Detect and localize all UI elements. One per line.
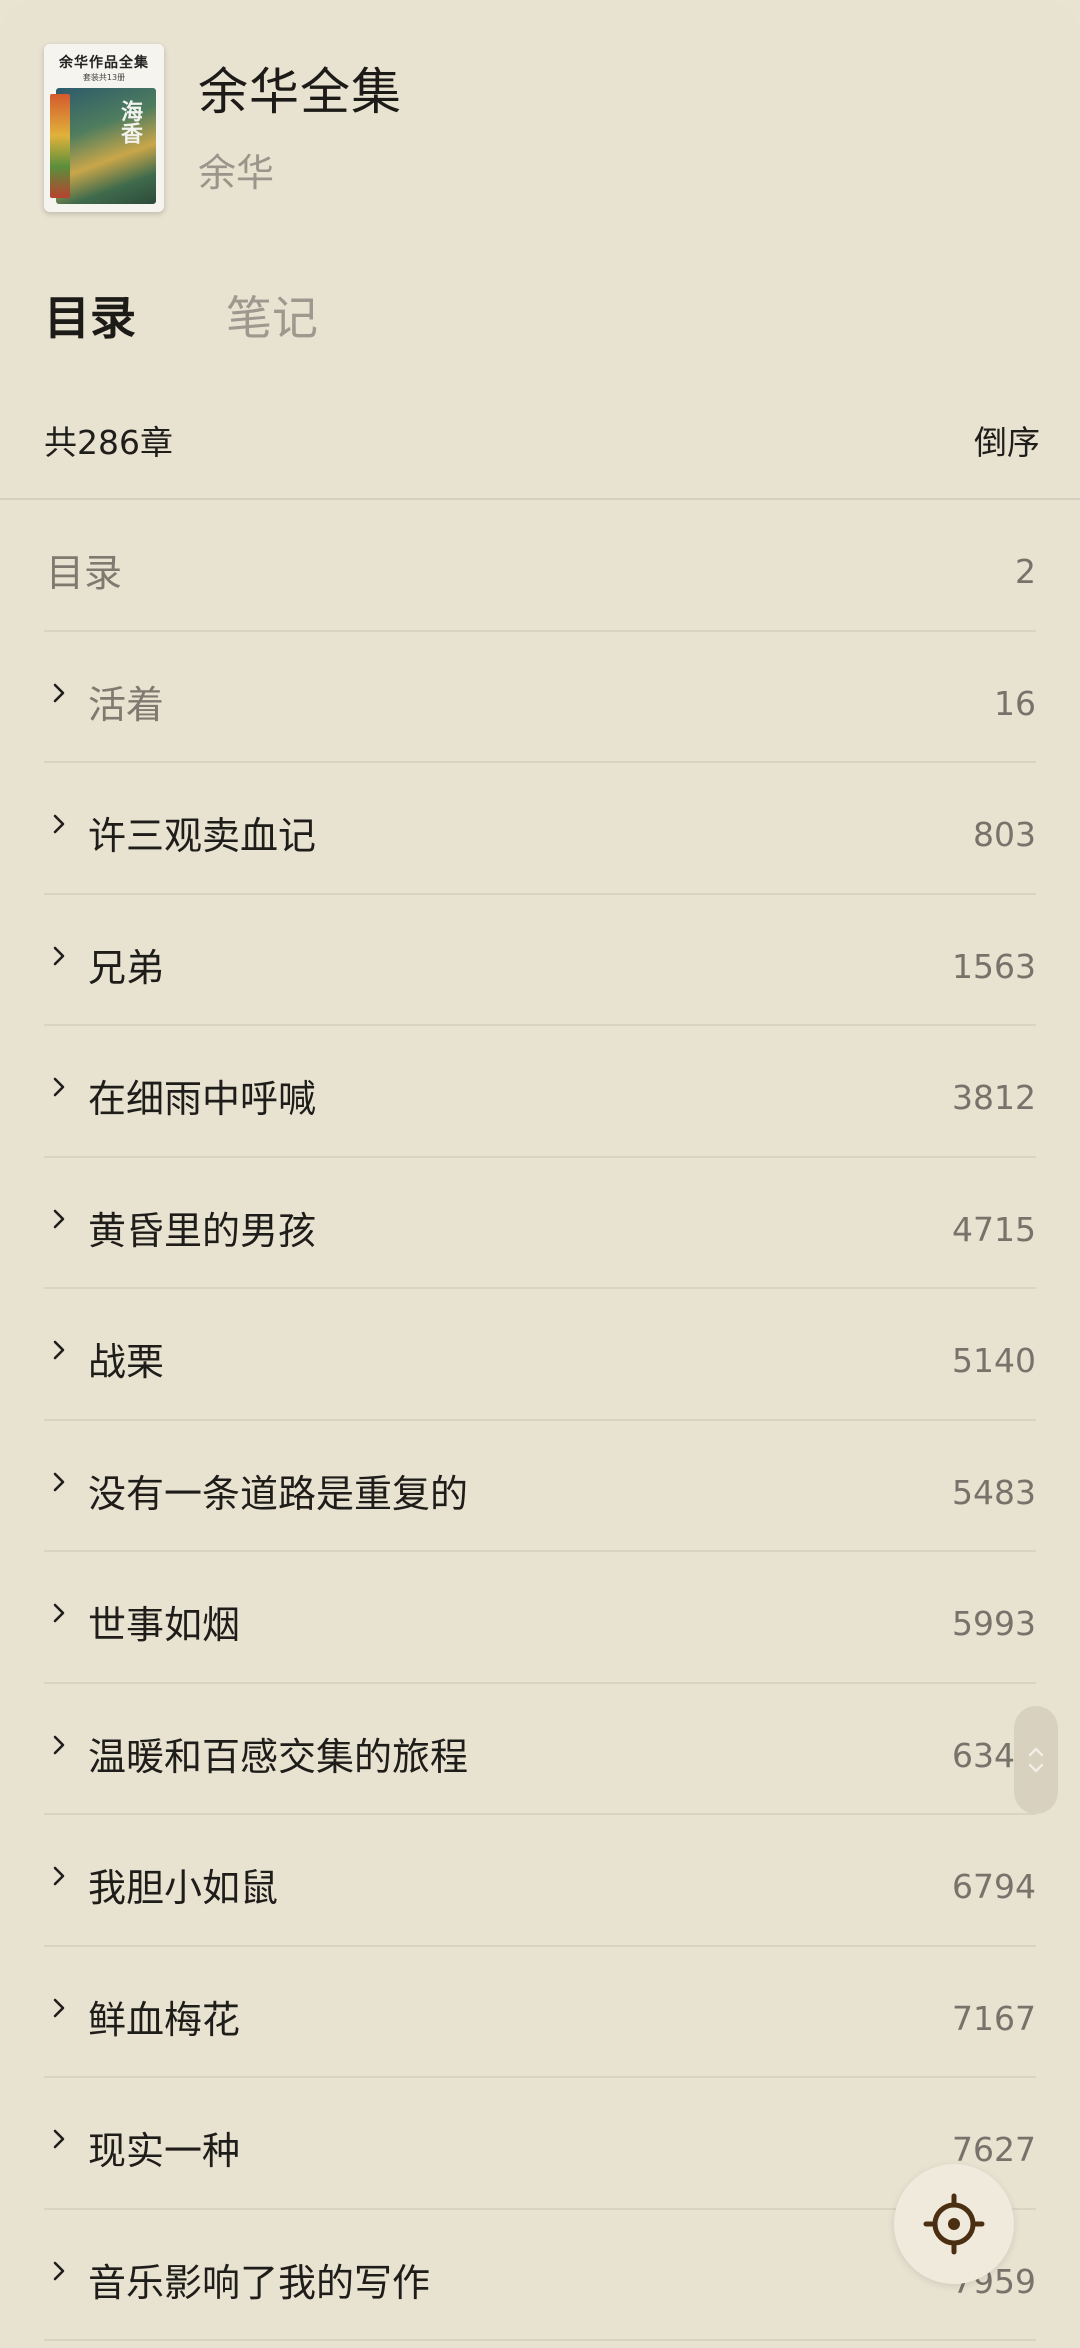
cover-subtitle: 套装共13册 [82,73,126,82]
toc-row-page: 7627 [952,2130,1036,2169]
toc-row-page: 4715 [952,1209,1036,1249]
toc-row-label: 黄昏里的男孩 [88,1208,317,1253]
book-header: 余华作品全集 套装共13册 海香 余华全集 余华 [0,0,1080,240]
locate-icon [923,2193,985,2255]
cover-glyph: 海香 [117,100,143,144]
toc-row-label: 活着 [88,682,165,727]
toc-row-page: 3812 [952,1078,1036,1117]
locate-current-chapter-button[interactable] [894,2164,1014,2284]
toc-row[interactable]: 兄弟 1563 [0,895,1080,1027]
toc-row-label: 兄弟 [88,945,165,990]
chevron-right-icon[interactable] [48,1602,70,1624]
toc-row[interactable]: 我胆小如鼠 6794 [0,1815,1080,1947]
chevron-right-icon[interactable] [48,1471,70,1493]
scroll-handle-icon [1028,1747,1044,1773]
toc-row-page: 2 [1015,552,1036,591]
toc-row-page: 1563 [952,946,1036,986]
toc-row[interactable]: 战栗 5140 [0,1289,1080,1421]
chevron-right-icon[interactable] [48,813,70,835]
toc-list: 目录 2 活着 16 许三观卖血记 803 兄弟 1563 在细雨中呼喊 381… [0,500,1080,2341]
toc-row-label: 在细雨中呼喊 [88,1077,317,1121]
chapter-count: 共286章 [44,423,173,462]
toc-row-page: 5483 [952,1472,1036,1512]
chevron-right-icon[interactable] [48,2128,70,2150]
toc-row-page: 16 [994,683,1036,723]
chevron-right-icon[interactable] [48,1997,70,2019]
book-title: 余华全集 [198,63,402,121]
chevron-right-icon[interactable] [48,2260,70,2282]
toc-row[interactable]: 黄昏里的男孩 4715 [0,1158,1080,1290]
chevron-right-icon[interactable] [48,682,70,704]
toc-row-label: 音乐影响了我的写作 [88,2260,431,2305]
cover-art: 海香 [50,88,156,204]
toc-row[interactable]: 在细雨中呼喊 3812 [0,1026,1080,1158]
toc-row-label: 战栗 [88,1340,165,1384]
toc-row[interactable]: 世事如烟 5993 [0,1552,1080,1684]
book-cover[interactable]: 余华作品全集 套装共13册 海香 [44,44,164,212]
chevron-right-icon[interactable] [48,945,70,967]
chevron-right-icon[interactable] [48,1076,70,1098]
scroll-handle[interactable] [1014,1706,1058,1814]
chevron-right-icon[interactable] [48,1865,70,1887]
toc-sheet: 余华作品全集 套装共13册 海香 余华全集 余华 目录 笔记 共286章 倒序 … [0,0,1080,2348]
book-author[interactable]: 余华 [198,142,274,197]
toc-row-label: 现实一种 [88,2129,241,2173]
toc-row-label: 世事如烟 [88,1603,241,1647]
tab-notes[interactable]: 笔记 [226,282,318,348]
toc-row-label: 温暖和百感交集的旅程 [88,1734,469,1779]
toc-row[interactable]: 鲜血梅花 7167 [0,1947,1080,2079]
toc-row-label: 我胆小如鼠 [88,1866,279,1910]
toc-row-label: 目录 [46,551,123,595]
toc-row-label: 没有一条道路是重复的 [88,1471,469,1516]
toc-row-page: 803 [973,815,1036,854]
toc-row[interactable]: 许三观卖血记 803 [0,763,1080,895]
toc-header-row: 共286章 倒序 [0,400,1080,496]
cover-title: 余华作品全集 [59,55,149,71]
toc-row[interactable]: 目录 2 [0,500,1080,632]
chevron-right-icon[interactable] [48,1208,70,1230]
toc-row-page: 5993 [952,1604,1036,1643]
toc-row-page: 5140 [952,1341,1036,1380]
toc-row-label: 鲜血梅花 [88,1997,241,2042]
chevron-right-icon[interactable] [48,1339,70,1361]
chevron-right-icon[interactable] [48,1734,70,1756]
toc-row-page: 6794 [952,1867,1036,1906]
toc-row[interactable]: 活着 16 [0,632,1080,764]
reverse-order-button[interactable]: 倒序 [974,416,1040,464]
tab-contents[interactable]: 目录 [44,282,136,348]
toc-row[interactable]: 温暖和百感交集的旅程 6346 [0,1684,1080,1816]
toc-row-label: 许三观卖血记 [88,814,317,858]
toc-row[interactable]: 没有一条道路是重复的 5483 [0,1421,1080,1553]
toc-row-page: 7167 [952,1998,1036,2038]
